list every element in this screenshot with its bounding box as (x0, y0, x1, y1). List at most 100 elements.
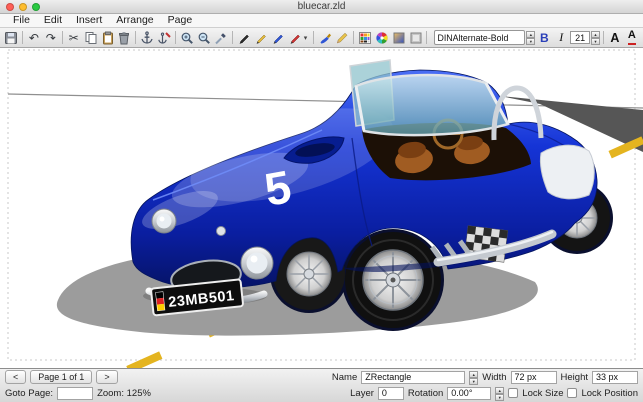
color-wheel-icon (375, 31, 389, 45)
menu-insert[interactable]: Insert (69, 14, 109, 27)
pencil-button[interactable] (334, 29, 350, 46)
zoom-out-button[interactable] (196, 29, 212, 46)
width-label: Width (482, 372, 506, 383)
nose-badge (217, 227, 226, 236)
color-grid-button[interactable] (357, 29, 373, 46)
pattern-swatch-icon (409, 31, 423, 45)
lock-position-checkbox[interactable] (567, 388, 577, 398)
pen-yellow-icon (254, 31, 268, 45)
statusbar: < Page 1 of 1 > Name ▴▾ Width Height Got… (0, 368, 643, 402)
paste-button[interactable] (100, 29, 116, 46)
anchor-icon (140, 31, 154, 45)
menu-page[interactable]: Page (161, 14, 200, 27)
lock-size-label: Lock Size (522, 388, 563, 399)
eyedropper-icon (214, 31, 228, 45)
status-row-1: < Page 1 of 1 > Name ▴▾ Width Height (0, 369, 643, 385)
zoom-in-button[interactable] (179, 29, 195, 46)
gradient-swatch-button[interactable] (391, 29, 407, 46)
goto-page-label: Goto Page: (5, 388, 53, 399)
toolbar-separator (232, 31, 233, 44)
save-button[interactable] (3, 29, 19, 46)
lock-size-checkbox[interactable] (508, 388, 518, 398)
font-size-field[interactable]: 21 (570, 31, 590, 44)
delete-button[interactable] (117, 29, 133, 46)
close-button[interactable] (6, 3, 14, 11)
goto-page-field[interactable] (57, 387, 93, 400)
undo-icon: ↶ (29, 32, 39, 44)
brush-icon (318, 31, 332, 45)
bold-button[interactable]: B (536, 29, 552, 46)
layer-field[interactable] (378, 387, 404, 400)
drawing-canvas[interactable]: 5 (0, 48, 643, 368)
menu-file[interactable]: File (6, 14, 37, 27)
pen-blue-button[interactable] (270, 29, 286, 46)
scissors-icon: ✂ (69, 32, 79, 44)
paste-icon (101, 31, 115, 45)
italic-button[interactable]: I (553, 29, 569, 46)
minimize-button[interactable] (19, 3, 27, 11)
anchor-button[interactable] (139, 29, 155, 46)
name-field[interactable] (361, 371, 465, 384)
cut-button[interactable]: ✂ (66, 29, 82, 46)
pen-red-button[interactable] (287, 29, 303, 46)
prev-page-button[interactable]: < (5, 370, 26, 384)
toolbar-separator (175, 31, 176, 44)
font-family-stepper[interactable]: ▴▾ (526, 31, 535, 44)
trash-icon (117, 31, 131, 45)
toolbar-separator (603, 31, 604, 44)
layer-label: Layer (350, 388, 374, 399)
eyedropper-button[interactable] (213, 29, 229, 46)
toolbar-separator (426, 31, 427, 44)
lock-position-label: Lock Position (581, 388, 638, 399)
toolbar-separator (353, 31, 354, 44)
font-panel-button[interactable]: A (607, 29, 623, 46)
rear-fender-patch (540, 145, 594, 199)
front-near-wheel (345, 232, 441, 328)
height-field[interactable] (592, 371, 638, 384)
traffic-lights (6, 3, 40, 11)
font-family-value: DINAlternate-Bold (437, 33, 508, 43)
color-grid-icon (358, 31, 372, 45)
brush-button[interactable] (317, 29, 333, 46)
copy-button[interactable] (83, 29, 99, 46)
save-icon (4, 31, 18, 45)
font-family-select[interactable]: DINAlternate-Bold (434, 30, 525, 45)
anchor-pen-button[interactable] (156, 29, 172, 46)
page-indicator-button[interactable]: Page 1 of 1 (30, 370, 92, 384)
zoom-label: Zoom: 125% (97, 388, 151, 399)
width-field[interactable] (511, 371, 557, 384)
app-window: bluecar.zld File Edit Insert Arrange Pag… (0, 0, 643, 402)
canvas-scene: 5 (0, 48, 643, 368)
pencil-icon (335, 31, 349, 45)
headlight-far (152, 209, 176, 233)
menubar: File Edit Insert Arrange Page (0, 14, 643, 28)
pattern-swatch-button[interactable] (408, 29, 424, 46)
next-page-button[interactable]: > (96, 370, 117, 384)
undo-button[interactable]: ↶ (26, 29, 42, 46)
menu-arrange[interactable]: Arrange (109, 14, 160, 27)
menu-edit[interactable]: Edit (37, 14, 69, 27)
height-label: Height (561, 372, 588, 383)
maximize-button[interactable] (32, 3, 40, 11)
pen-black-button[interactable] (236, 29, 252, 46)
anchor-pen-icon (157, 31, 171, 45)
name-label: Name (332, 372, 357, 383)
pen-blue-icon (271, 31, 285, 45)
status-row-2: Goto Page: Zoom: 125% Layer Rotation ▴▾ … (0, 385, 643, 401)
zoom-in-icon (180, 31, 194, 45)
rotation-stepper[interactable]: ▴▾ (495, 387, 504, 400)
gradient-swatch-icon (392, 31, 406, 45)
pen-yellow-button[interactable] (253, 29, 269, 46)
color-wheel-button[interactable] (374, 29, 390, 46)
redo-icon: ↷ (46, 32, 56, 44)
toolbar-separator (313, 31, 314, 44)
toolbar: ↶ ↷ ✂ (0, 28, 643, 48)
font-size-stepper[interactable]: ▴▾ (591, 31, 600, 44)
headlight-near (241, 247, 273, 279)
pen-menu-chevron-icon[interactable]: ▾ (304, 34, 310, 42)
rotation-field[interactable] (447, 387, 491, 400)
text-color-button[interactable]: A (628, 30, 636, 45)
titlebar[interactable]: bluecar.zld (0, 0, 643, 14)
size-stepper[interactable]: ▴▾ (469, 371, 478, 384)
redo-button[interactable]: ↷ (43, 29, 59, 46)
